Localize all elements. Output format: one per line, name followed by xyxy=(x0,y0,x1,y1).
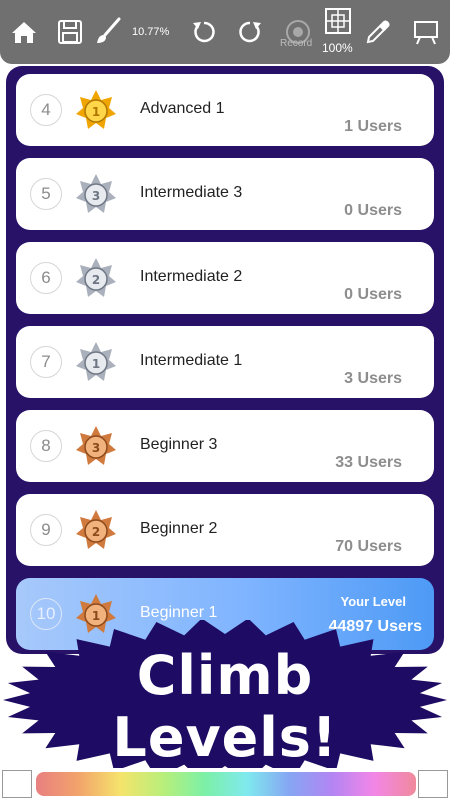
level-number: 8 xyxy=(30,430,62,462)
brush-button[interactable] xyxy=(94,16,122,46)
medal-rank: 3 xyxy=(92,441,100,455)
user-count: 0 Users xyxy=(344,286,402,303)
medal-rank: 1 xyxy=(92,105,100,119)
save-button[interactable] xyxy=(56,18,84,46)
your-level-label: Your Level xyxy=(340,594,406,609)
silver-medal-icon: 1 xyxy=(76,342,116,381)
medal-rank: 2 xyxy=(92,273,100,287)
level-number: 4 xyxy=(30,94,62,126)
save-icon xyxy=(58,20,82,44)
level-row[interactable]: 4 1 Advanced 1 1 Users xyxy=(16,74,434,146)
level-number: 9 xyxy=(30,514,62,546)
level-row[interactable]: 7 1 Intermediate 1 3 Users xyxy=(16,326,434,398)
redo-icon xyxy=(239,21,261,43)
color-palette-bar xyxy=(0,768,450,800)
color-spectrum-slider[interactable] xyxy=(36,772,416,796)
scale-percent: 100% xyxy=(322,41,353,55)
level-number: 5 xyxy=(30,178,62,210)
bronze-medal-icon: 2 xyxy=(76,510,116,549)
silver-medal-icon: 2 xyxy=(76,258,116,297)
medal-rank: 2 xyxy=(92,525,100,539)
level-number: 7 xyxy=(30,346,62,378)
level-name: Intermediate 2 xyxy=(140,268,243,285)
user-count: 33 Users xyxy=(335,454,402,471)
user-count: 1 Users xyxy=(344,118,402,135)
undo-icon xyxy=(193,21,215,43)
eyedropper-button[interactable] xyxy=(364,18,392,46)
level-row[interactable]: 5 3 Intermediate 3 0 Users xyxy=(16,158,434,230)
color-swatch-white[interactable] xyxy=(2,770,32,798)
user-count: 3 Users xyxy=(344,370,402,387)
home-button[interactable] xyxy=(10,18,38,46)
user-count: 0 Users xyxy=(344,202,402,219)
levels-panel: 4 1 Advanced 1 1 Users 5 3 Intermediate … xyxy=(6,66,444,654)
eyedropper-icon xyxy=(366,20,390,44)
home-icon xyxy=(12,22,36,43)
user-count: 70 Users xyxy=(335,538,402,555)
brush-icon xyxy=(97,17,121,43)
gold-medal-icon: 1 xyxy=(76,90,116,129)
level-name: Advanced 1 xyxy=(140,100,225,117)
climb-levels-banner: Climb Levels! xyxy=(0,620,450,780)
level-name: Beginner 2 xyxy=(140,520,218,537)
level-name: Intermediate 1 xyxy=(140,352,243,369)
banner-line-2: Levels! xyxy=(112,706,338,769)
record-label: Record xyxy=(280,38,313,49)
top-toolbar: 10.77% Record 100% xyxy=(0,0,450,64)
medal-rank: 1 xyxy=(92,357,100,371)
level-name: Beginner 3 xyxy=(140,436,218,453)
medal-rank: 3 xyxy=(92,189,100,203)
zoom-percent: 10.77% xyxy=(132,26,170,38)
level-row[interactable]: 8 3 Beginner 3 33 Users xyxy=(16,410,434,482)
level-number: 6 xyxy=(30,262,62,294)
silver-medal-icon: 3 xyxy=(76,174,116,213)
level-row[interactable]: 6 2 Intermediate 2 0 Users xyxy=(16,242,434,314)
bronze-medal-icon: 3 xyxy=(76,426,116,465)
undo-button[interactable] xyxy=(190,18,218,46)
color-swatch-current[interactable] xyxy=(418,770,448,798)
grid-icon xyxy=(325,8,351,34)
banner-line-1: Climb xyxy=(136,644,314,707)
canvas-button[interactable] xyxy=(412,18,440,46)
easel-icon xyxy=(414,21,438,45)
level-name: Intermediate 3 xyxy=(140,184,243,201)
level-row[interactable]: 9 2 Beginner 2 70 Users xyxy=(16,494,434,566)
redo-button[interactable] xyxy=(236,18,264,46)
grid-button[interactable] xyxy=(324,6,352,36)
